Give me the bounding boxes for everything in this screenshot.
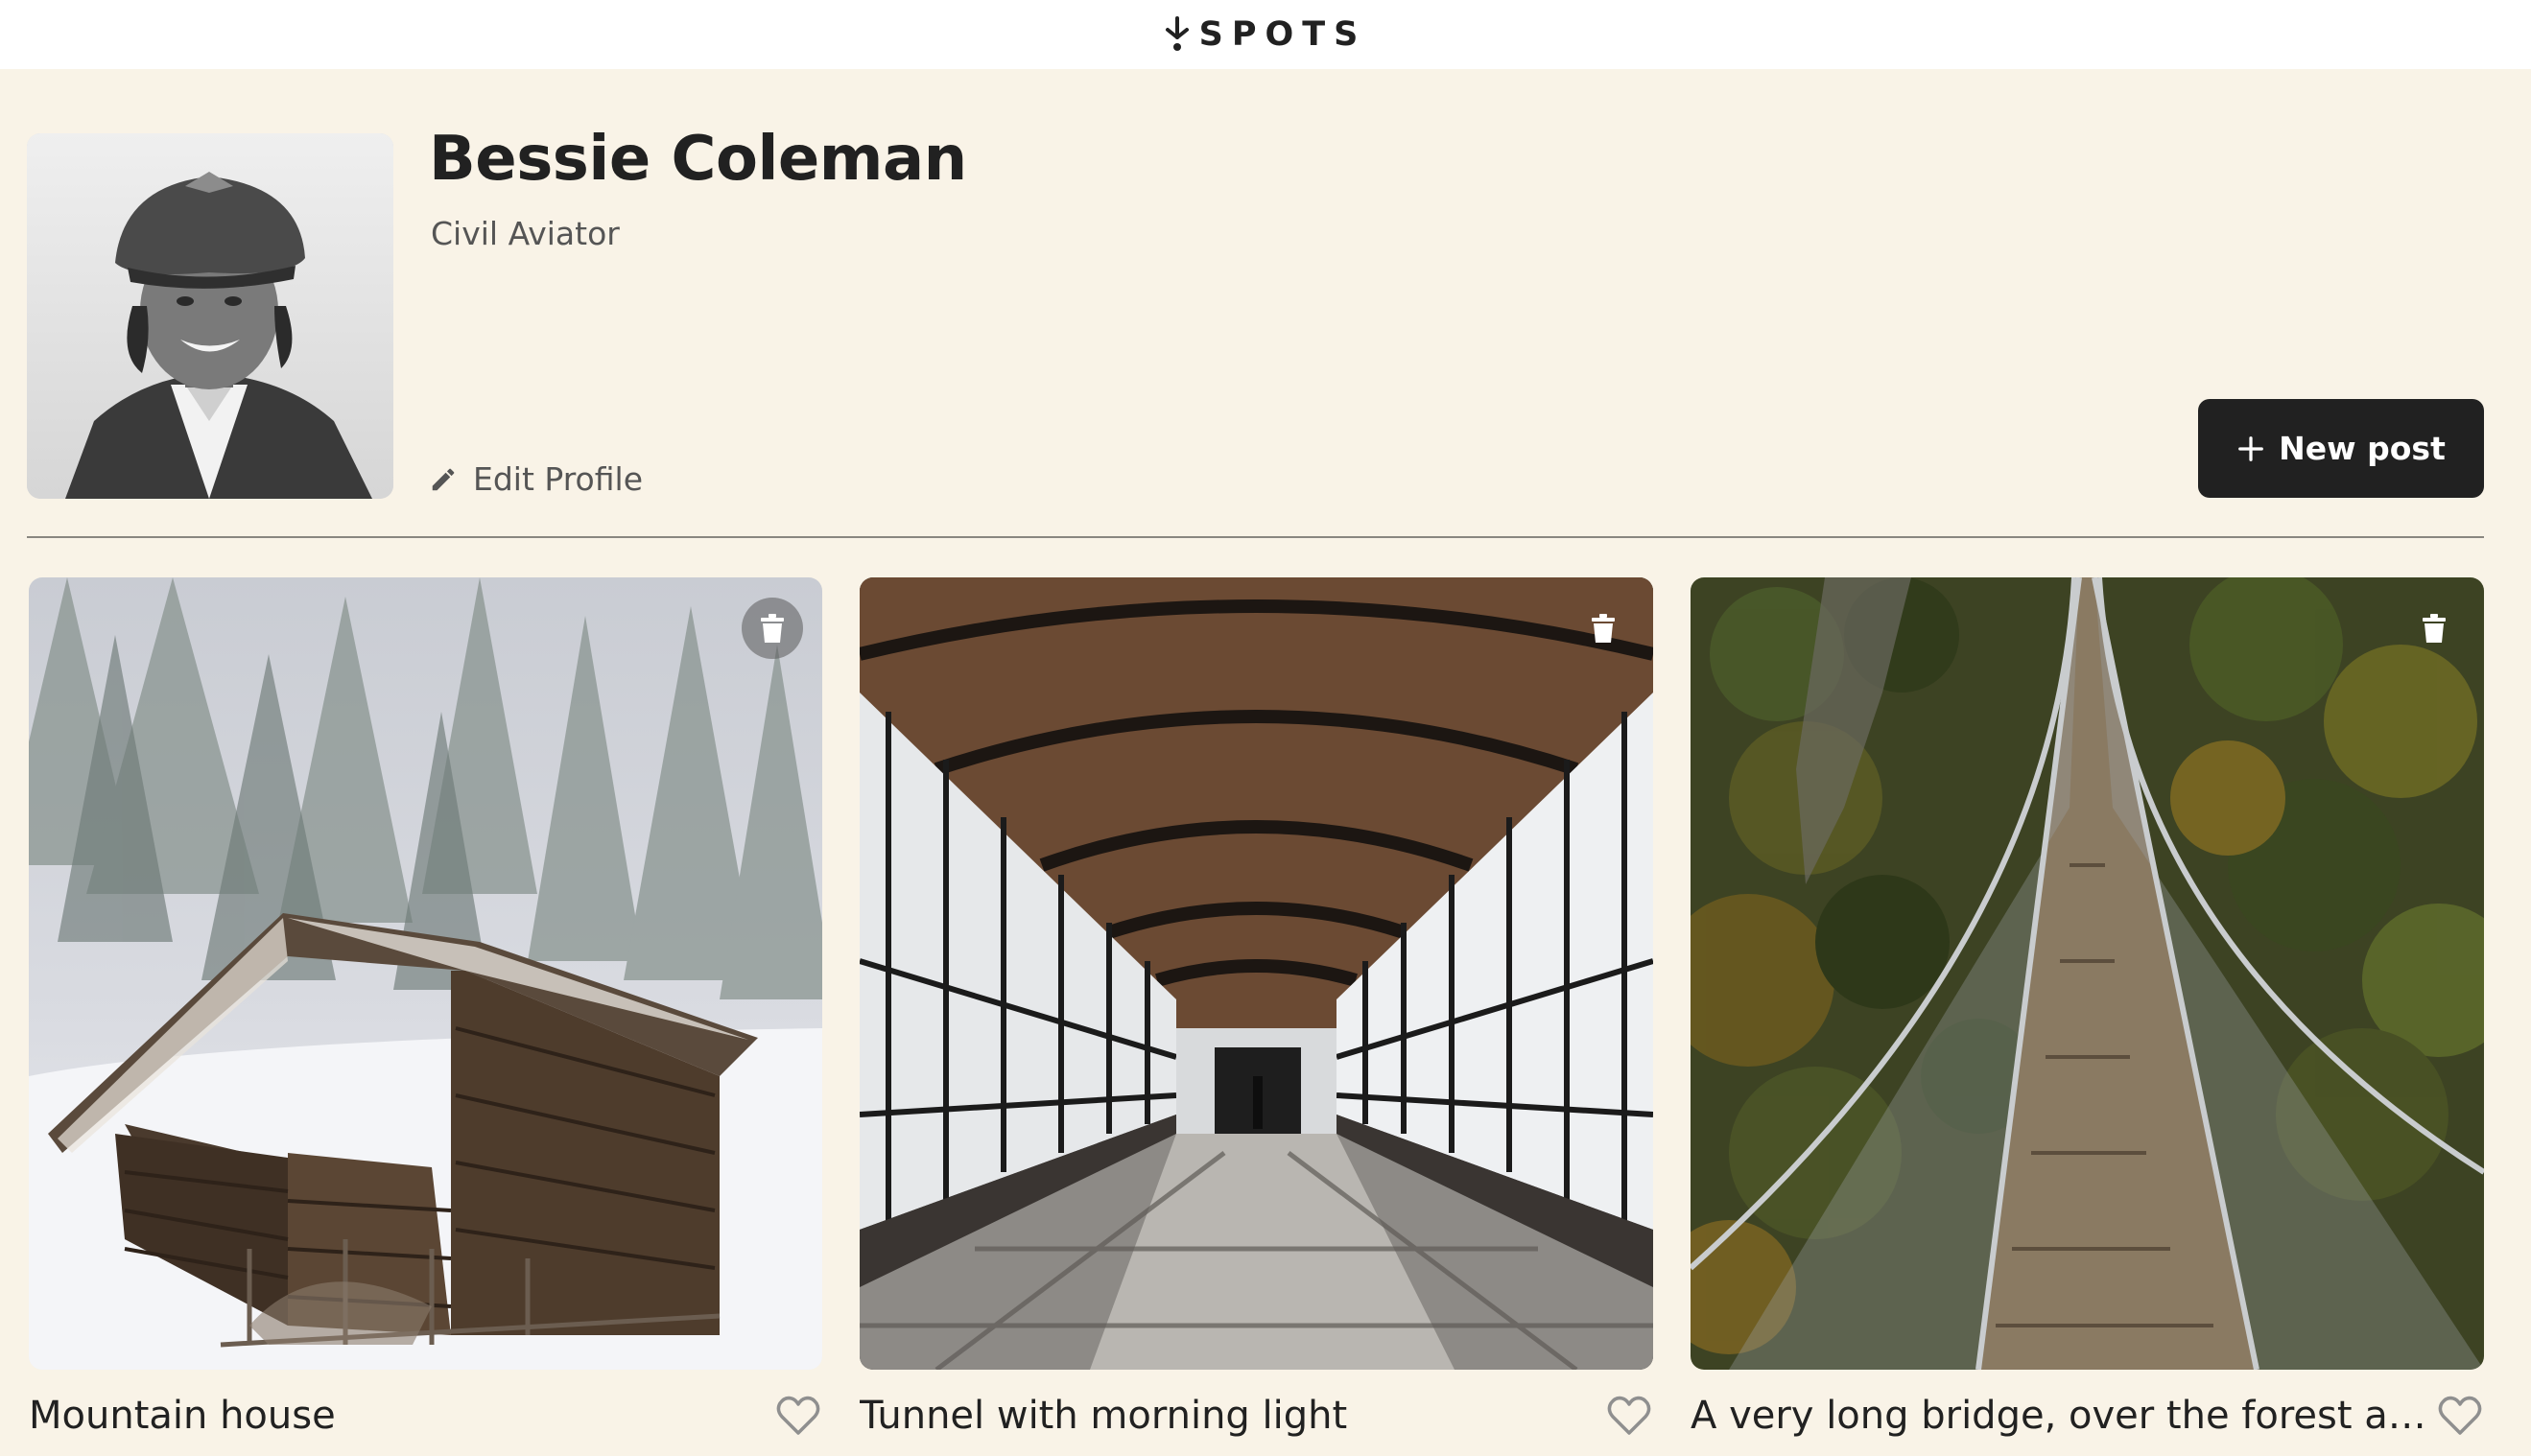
heart-icon [776, 1396, 820, 1435]
avatar-photo [27, 133, 393, 499]
card-image[interactable] [1691, 577, 2484, 1370]
card-image[interactable] [860, 577, 1653, 1370]
trash-icon [1592, 614, 1615, 643]
edit-profile-button[interactable]: Edit Profile [429, 460, 643, 498]
like-button[interactable] [774, 1392, 822, 1440]
heart-icon [1607, 1396, 1651, 1435]
spots-logo-icon [1165, 16, 1189, 51]
trash-icon [761, 614, 784, 643]
profile-name: Bessie Coleman [429, 124, 967, 195]
card: Mountain house [29, 577, 822, 1438]
plus-icon [2238, 435, 2264, 461]
like-button[interactable] [2436, 1392, 2484, 1440]
divider [27, 536, 2484, 538]
heart-icon [2438, 1396, 2482, 1435]
snowy-cabin-photo [29, 577, 822, 1370]
like-button[interactable] [1605, 1392, 1653, 1440]
new-post-label: New post [2279, 430, 2446, 467]
card: A very long bridge, over the forest an..… [1691, 577, 2484, 1438]
delete-button[interactable] [742, 598, 803, 659]
card-footer: Mountain house [29, 1387, 822, 1444]
logo-text: SPOTS [1198, 15, 1367, 54]
card-image[interactable] [29, 577, 822, 1370]
card: Tunnel with morning light [860, 577, 1653, 1438]
delete-button[interactable] [1573, 598, 1634, 659]
logo[interactable]: SPOTS [1165, 15, 1367, 54]
glass-tunnel-photo [860, 577, 1653, 1370]
new-post-button[interactable]: New post [2198, 399, 2484, 498]
delete-button[interactable] [2403, 598, 2465, 659]
card-title: A very long bridge, over the forest an..… [1691, 1394, 2429, 1438]
avatar [27, 133, 393, 499]
card-footer: Tunnel with morning light [860, 1387, 1653, 1444]
pencil-icon [432, 468, 455, 490]
top-bar: SPOTS [0, 0, 2531, 69]
profile-description: Civil Aviator [431, 215, 620, 252]
card-footer: A very long bridge, over the forest an..… [1691, 1387, 2484, 1444]
card-title: Mountain house [29, 1394, 336, 1438]
card-title: Tunnel with morning light [860, 1394, 1348, 1438]
edit-profile-label: Edit Profile [473, 460, 644, 498]
suspension-bridge-photo [1691, 577, 2484, 1370]
trash-icon [2423, 614, 2446, 643]
